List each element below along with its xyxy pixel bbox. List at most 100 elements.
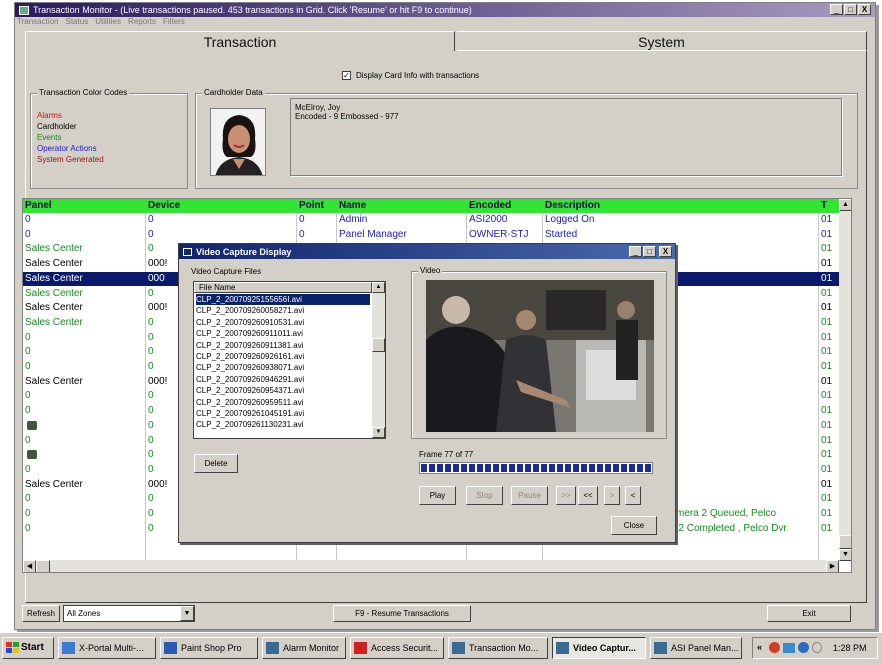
tab-transaction[interactable]: Transaction <box>25 31 455 51</box>
file-item[interactable]: CLP_2_200709260954371.avi <box>196 385 370 396</box>
grid-hscrollbar[interactable]: ◀ ▶ <box>23 560 839 572</box>
file-item[interactable]: CLP_2_200709260959511.avi <box>196 397 370 408</box>
resume-transactions-button[interactable]: F9 - Resume Transactions <box>333 605 471 622</box>
exit-button[interactable]: Exit <box>767 605 851 622</box>
file-list[interactable]: File Name CLP_2_20070925155656I.avi CLP_2… <box>193 281 386 439</box>
color-code-item: Operator Actions <box>37 144 97 153</box>
menu-reports[interactable]: Reports <box>128 17 156 29</box>
menu-transaction[interactable]: Transaction <box>17 17 59 29</box>
scroll-left-icon[interactable]: ◀ <box>23 560 36 572</box>
cell-t: 01 <box>821 361 833 372</box>
scroll-right-icon[interactable]: ▶ <box>826 560 839 572</box>
cell-panel: 0 <box>25 522 31 534</box>
file-item[interactable]: CLP_2_200709260938071.avi <box>196 362 370 373</box>
cardholder-info-box: McElroy, Joy Encoded - 9 Embossed - 977 <box>290 98 842 176</box>
cell-t: 01 <box>821 449 833 461</box>
cell-desc: Started <box>545 228 578 240</box>
display-card-info-checkbox[interactable]: ✓ <box>342 71 351 80</box>
menu-filters[interactable]: Filters <box>163 17 185 29</box>
tray-app-icon[interactable] <box>798 642 809 653</box>
display-card-info[interactable]: ✓ Display Card Info with transactions <box>342 71 479 80</box>
col-encoded[interactable]: Encoded <box>467 199 542 213</box>
prev-frame-button[interactable]: < <box>625 486 641 505</box>
taskbar-item[interactable]: Alarm Monitor <box>262 637 346 659</box>
rewind-button[interactable]: << <box>578 486 598 505</box>
cell-point: 0 <box>299 228 305 240</box>
taskbar-item[interactable]: Access Securit... <box>350 637 444 659</box>
scroll-down-icon[interactable]: ▼ <box>839 549 851 561</box>
maximize-button[interactable]: □ <box>844 4 857 15</box>
file-item[interactable]: CLP_2_200709260058271.avi <box>196 305 370 316</box>
zone-select[interactable]: All Zones ▼ <box>63 605 195 622</box>
cell-t: 01 <box>821 463 833 475</box>
col-device[interactable]: Device <box>146 199 296 213</box>
grid-vscrollbar[interactable]: ▲ ▼ <box>839 199 851 561</box>
scroll-thumb[interactable] <box>839 535 851 549</box>
cell-t: 01 <box>821 375 833 387</box>
file-item[interactable]: CLP_2_200709260946291.avi <box>196 374 370 385</box>
tray-security-icon[interactable] <box>769 642 780 653</box>
file-scroll-up-icon[interactable]: ▲ <box>372 282 385 293</box>
taskbar-item[interactable]: Video Captur... <box>552 637 646 659</box>
next-frame-button[interactable]: > <box>604 486 620 505</box>
menu-utilities[interactable]: Utilities <box>95 17 121 29</box>
close-button[interactable]: Close <box>611 516 657 535</box>
color-code-item: Events <box>37 133 62 142</box>
refresh-button[interactable]: Refresh <box>22 605 60 622</box>
dialog-close-x-button[interactable]: X <box>659 246 672 257</box>
close-window-button[interactable]: X <box>858 4 871 15</box>
file-item[interactable]: CLP_2_200709260911381.avi <box>196 340 370 351</box>
menu-status[interactable]: Status <box>66 17 89 29</box>
start-button[interactable]: Start <box>2 637 54 659</box>
file-item[interactable]: CLP_2_200709261130231.avi <box>196 419 370 430</box>
taskbar-item[interactable]: Paint Shop Pro <box>160 637 258 659</box>
minimize-button[interactable]: _ <box>830 4 843 15</box>
taskbar-item[interactable]: X-Portal Multi-... <box>58 637 156 659</box>
file-list-scrollbar[interactable]: ▲ ▼ <box>372 282 385 438</box>
table-row[interactable]: 0 0 0 Admin ASI2000 Logged On 01 <box>23 213 839 227</box>
hscroll-thumb[interactable] <box>36 560 50 572</box>
scroll-up-icon[interactable]: ▲ <box>839 199 851 211</box>
camera-icon <box>27 450 37 460</box>
col-panel[interactable]: Panel <box>23 199 145 213</box>
taskbar-item[interactable]: ASI Panel Man... <box>650 637 742 659</box>
cell-t: 01 <box>821 419 833 431</box>
tray-clock-icon[interactable] <box>812 642 822 653</box>
col-time[interactable]: T <box>819 199 839 213</box>
file-item[interactable]: CLP_2_20070925155656I.avi <box>196 294 370 305</box>
col-point[interactable]: Point <box>297 199 336 213</box>
cell-t: 01 <box>821 331 833 343</box>
cell-t: 01 <box>821 405 833 417</box>
file-scroll-thumb[interactable] <box>372 338 385 352</box>
cell-panel: Sales Center <box>25 287 83 299</box>
file-list-header[interactable]: File Name <box>194 282 372 293</box>
frame-progress-bar[interactable] <box>419 462 653 474</box>
taskbar-item[interactable]: Transaction Mo... <box>448 637 548 659</box>
cell-panel: Sales Center <box>25 272 83 284</box>
window-titlebar[interactable]: Transaction Monitor - (Live transactions… <box>15 3 875 17</box>
dialog-maximize-button[interactable]: □ <box>643 246 656 257</box>
stop-button[interactable]: Stop <box>466 486 503 505</box>
fast-forward-button[interactable]: >> <box>556 486 576 505</box>
dialog-titlebar[interactable]: Video Capture Display <box>179 244 675 259</box>
tray-network-icon[interactable] <box>783 643 795 653</box>
file-item[interactable]: CLP_2_200709261045191.avi <box>196 408 370 419</box>
file-item[interactable]: CLP_2_200709260911011.avi <box>196 328 370 339</box>
pause-button[interactable]: Pause <box>511 486 548 505</box>
col-name[interactable]: Name <box>337 199 466 213</box>
taskbar-item-label: Alarm Monitor <box>283 643 340 653</box>
tab-system[interactable]: System <box>457 31 867 51</box>
col-description[interactable]: Description <box>543 199 818 213</box>
dialog-minimize-button[interactable]: _ <box>629 246 642 257</box>
tray-chevron-icon[interactable]: « <box>757 642 762 652</box>
cell-t: 01 <box>821 316 833 328</box>
file-item[interactable]: CLP_2_200709260926161.avi <box>196 351 370 362</box>
file-item[interactable]: CLP_2_200709260910531.avi <box>196 317 370 328</box>
delete-button[interactable]: Delete <box>194 454 238 473</box>
color-code-item: Cardholder <box>37 122 77 131</box>
file-scroll-down-icon[interactable]: ▼ <box>372 427 385 438</box>
chevron-down-icon[interactable]: ▼ <box>180 606 194 621</box>
taskbar-item-label: Paint Shop Pro <box>181 643 242 653</box>
table-row[interactable]: 0 0 0 Panel Manager OWNER-STJ Started 01 <box>23 228 839 242</box>
play-button[interactable]: Play <box>419 486 456 505</box>
